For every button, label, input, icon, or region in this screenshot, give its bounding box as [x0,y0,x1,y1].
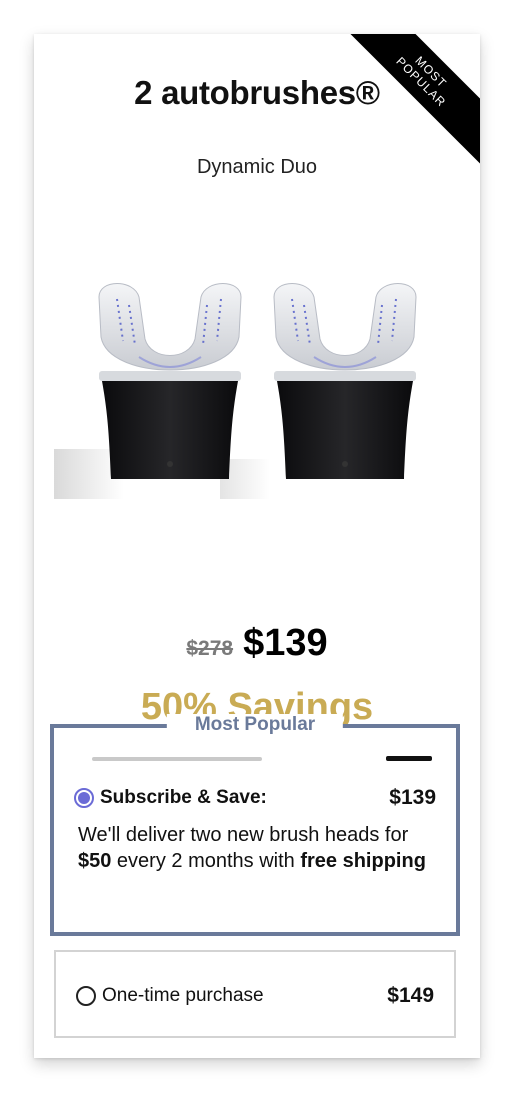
subscribe-description: We'll deliver two new brush heads for $5… [78,822,440,874]
product-image [54,283,417,499]
most-popular-label: Most Popular [166,714,344,736]
subscribe-radio[interactable] [74,788,94,808]
desc-amount: $50 [78,850,112,872]
one-time-label: One-time purchase [102,985,264,1006]
desc-middle: every 2 months with [111,850,301,872]
product-subtitle: Dynamic Duo [196,156,318,178]
product-title: 2 autobrushes® [134,74,380,111]
one-time-option-row[interactable]: One-time purchase $149 [76,984,434,1008]
brush-left [98,283,242,479]
price-row: $278 $139 [34,622,480,665]
sale-price: $139 [243,622,328,664]
subscribe-option-row[interactable]: Subscribe & Save: $139 [74,786,436,810]
obscured-option-text [92,757,262,761]
subscribe-price: $139 [389,786,436,809]
one-time-radio[interactable] [76,986,96,1006]
one-time-price: $149 [387,984,434,1007]
desc-prefix: We'll deliver two new brush heads for [78,824,409,846]
one-time-option-box[interactable]: One-time purchase $149 [54,950,456,1038]
obscured-option-price [386,756,432,761]
obscured-option-row [74,754,436,764]
original-price: $278 [186,637,234,660]
subscription-option-box[interactable]: Most Popular Subscribe & Save: $139 We'l… [50,714,460,936]
subscribe-label: Subscribe & Save: [100,787,267,808]
product-card[interactable]: MOST POPULAR 2 autobrushes® Dynamic Duo [34,34,480,1058]
desc-shipping: free shipping [300,850,426,872]
brush-right [273,283,417,479]
